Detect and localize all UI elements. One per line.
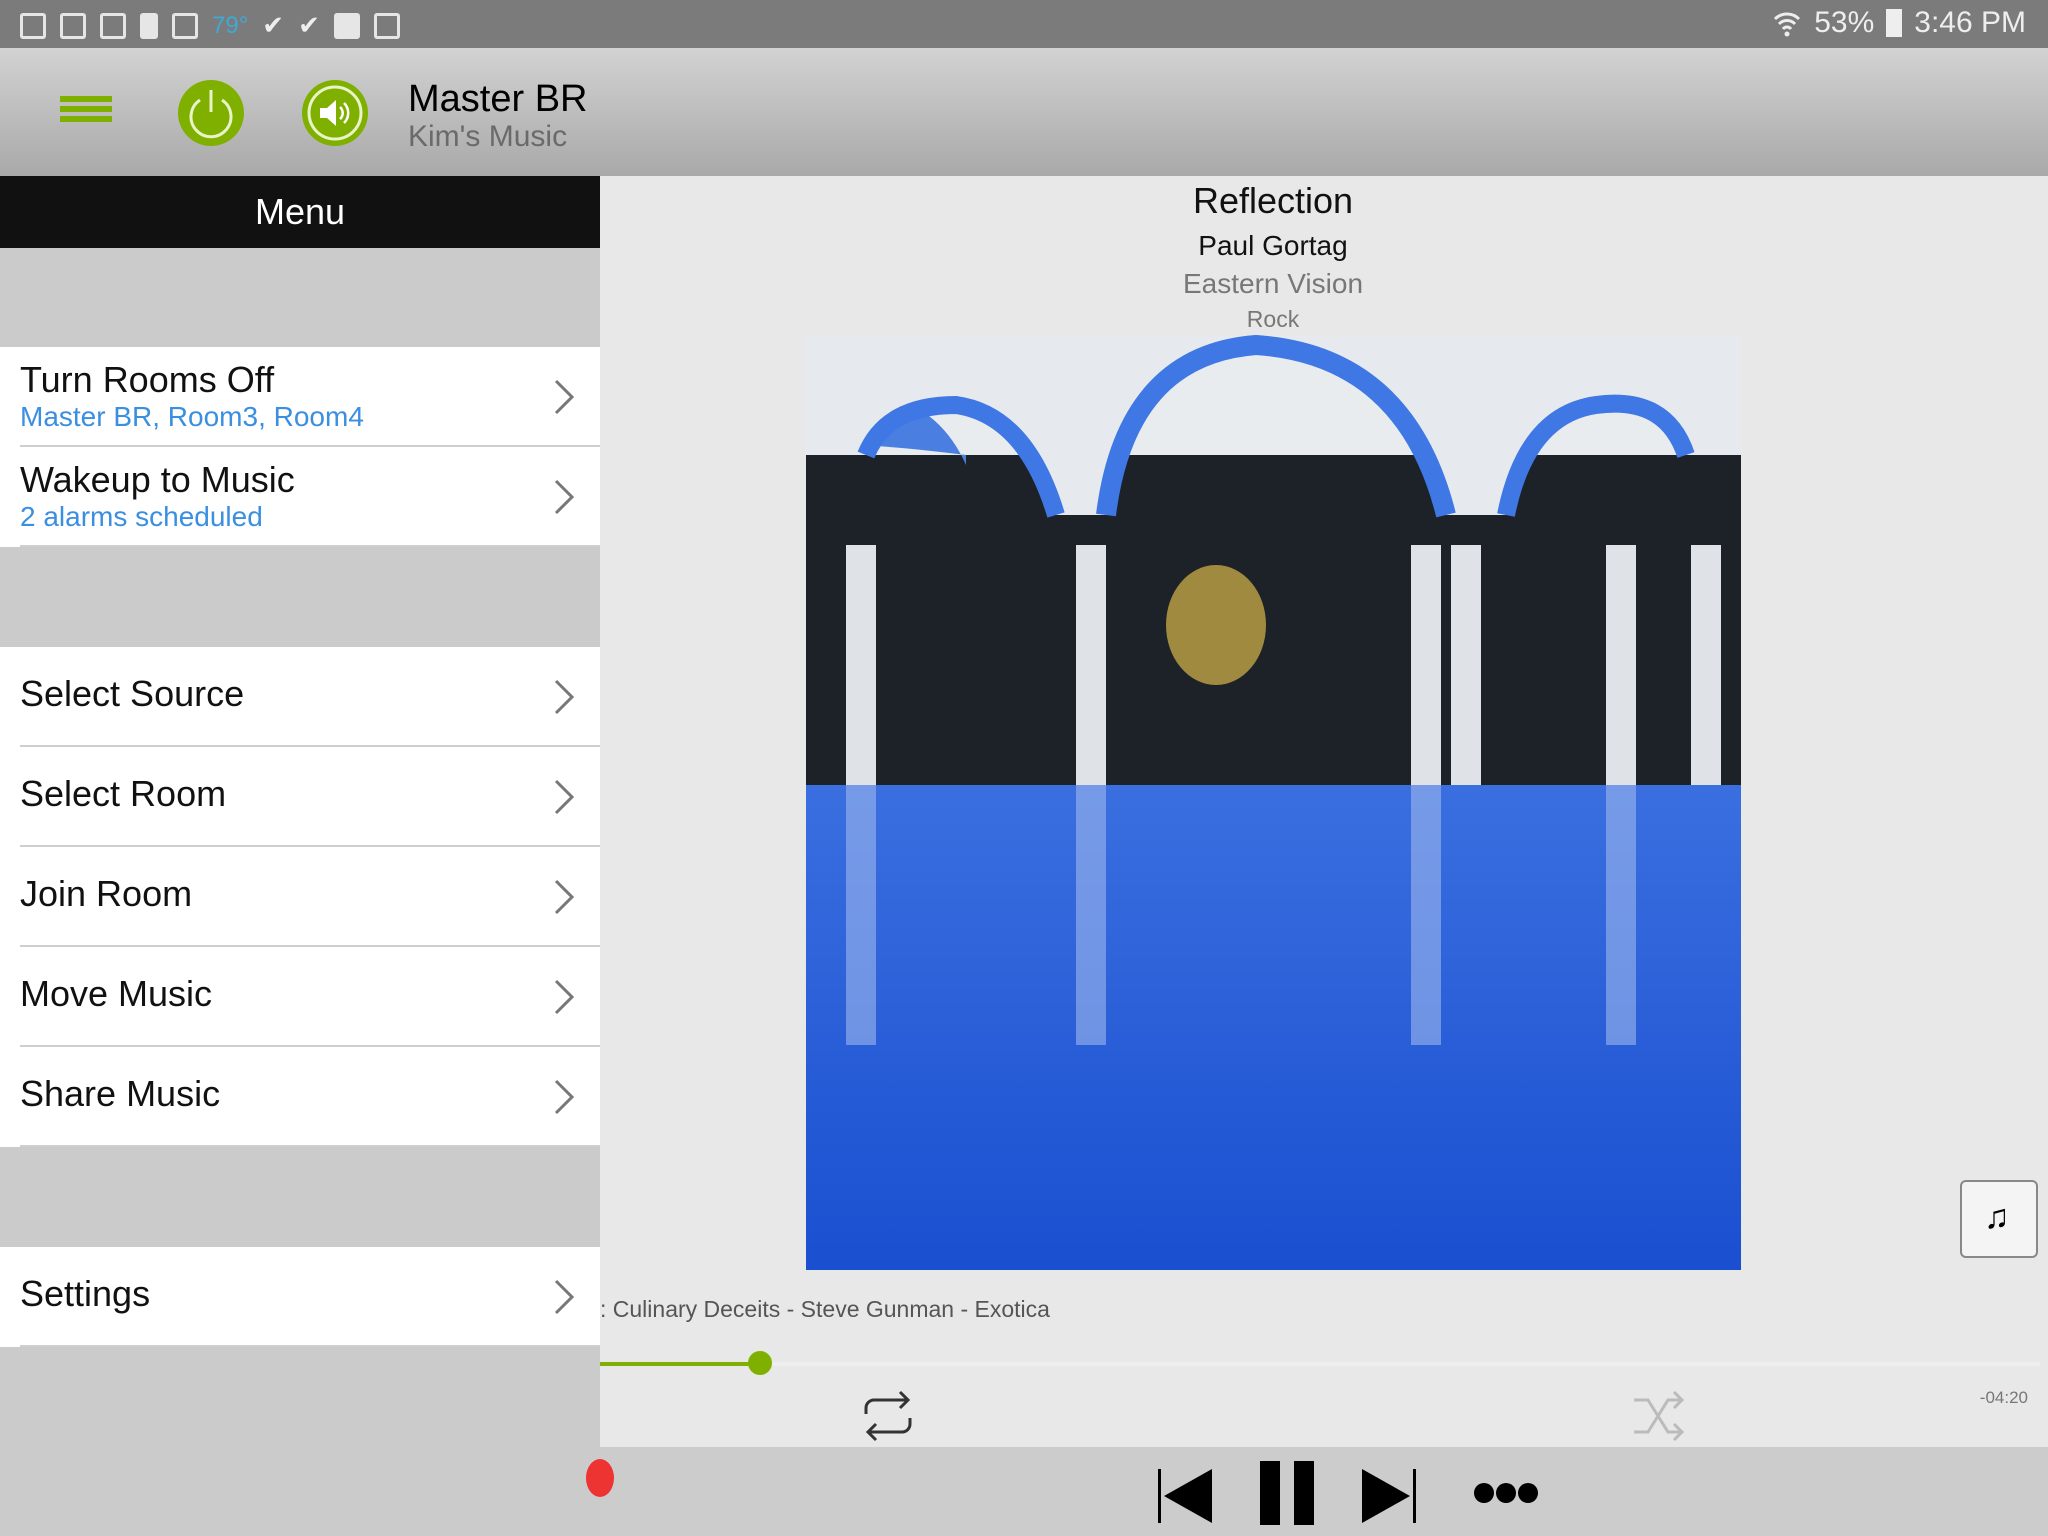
mail-icon: [172, 12, 198, 39]
battery-icon: [1886, 9, 1903, 37]
menu-item-label: Share Music: [20, 1073, 221, 1114]
next-track-info: : Culinary Deceits - Steve Gunman - Exot…: [600, 1296, 1050, 1322]
power-icon: [189, 90, 233, 139]
chevron-right-icon: [554, 879, 575, 915]
track-title: Reflection: [1192, 180, 1354, 221]
chevron-right-icon: [554, 379, 575, 415]
play-store-icon: [333, 12, 360, 39]
menu-item-select-room[interactable]: Select Room: [0, 747, 600, 847]
menu-item-label: Turn Rooms Off: [20, 359, 275, 400]
album-art: [806, 335, 1741, 1270]
menu-item-share-music[interactable]: Share Music: [0, 1047, 600, 1147]
menu-item-wakeup-to-music[interactable]: Wakeup to Music 2 alarms scheduled: [0, 447, 600, 547]
image-icon: [60, 12, 86, 39]
menu-item-settings[interactable]: Settings: [0, 1247, 600, 1347]
progress-fill: [600, 1362, 760, 1366]
menu-item-label: Select Source: [20, 673, 245, 714]
source-name: Kim's Music: [408, 120, 568, 153]
divider: [20, 1345, 600, 1347]
chevron-right-icon: [554, 779, 575, 815]
volume-button[interactable]: [302, 80, 368, 146]
track-genre: Rock: [1246, 306, 1300, 332]
tablet-check-icon: [20, 12, 46, 39]
track-artist: Paul Gortag: [1198, 230, 1348, 261]
now-playing-panel: Reflection Paul Gortag Eastern Vision Ro…: [600, 176, 2048, 1447]
check-icon: ✔: [298, 10, 320, 40]
wifi-icon: [1774, 12, 1801, 37]
temperature: 79°: [212, 11, 249, 39]
more-options-button[interactable]: [1474, 1481, 1538, 1505]
shuffle-button[interactable]: [1630, 1388, 1690, 1444]
clock: 3:46 PM: [1914, 6, 2026, 39]
menu-item-select-source[interactable]: Select Source: [0, 647, 600, 747]
music-note-icon: ♫: [1984, 1198, 2010, 1236]
chevron-right-icon: [554, 979, 575, 1015]
menu-item-join-room[interactable]: Join Room: [0, 847, 600, 947]
chevron-right-icon: [554, 1079, 575, 1115]
music-library-button[interactable]: ♫: [1960, 1180, 2038, 1258]
menu-button[interactable]: [60, 96, 112, 122]
progress-slider[interactable]: [600, 1351, 2040, 1375]
menu-item-label: Select Room: [20, 773, 227, 814]
next-button[interactable]: [1360, 1467, 1418, 1525]
mail-icon: [100, 12, 126, 39]
battery-recycle-icon: [140, 12, 158, 39]
power-button[interactable]: [178, 80, 244, 146]
progress-knob[interactable]: [748, 1351, 772, 1375]
chevron-right-icon: [554, 479, 575, 515]
chevron-right-icon: [554, 1279, 575, 1315]
status-bar: 79° ✔ ✔ 53% 3:46 PM: [0, 0, 2048, 48]
divider: [20, 1145, 600, 1147]
time-remaining: -04:20: [1979, 1388, 2028, 1407]
previous-button[interactable]: [1156, 1467, 1214, 1525]
notification-badge: [586, 1459, 614, 1497]
room-name: Master BR: [408, 78, 588, 120]
divider: [20, 545, 600, 547]
menu-item-subtitle: 2 alarms scheduled: [20, 501, 263, 532]
repeat-button[interactable]: [858, 1388, 918, 1444]
pause-button[interactable]: [1258, 1461, 1316, 1525]
menu-item-label: Move Music: [20, 973, 213, 1014]
app-header: Master BR Kim's Music: [0, 48, 2048, 176]
store-check-icon: [373, 12, 400, 39]
menu-title: Menu: [0, 176, 600, 248]
menu-item-label: Settings: [20, 1273, 151, 1314]
chevron-right-icon: [554, 679, 575, 715]
menu-item-subtitle: Master BR, Room3, Room4: [20, 401, 364, 432]
transport-bar: [586, 1447, 2048, 1536]
track-album: Eastern Vision: [1182, 268, 1364, 299]
menu-item-move-music[interactable]: Move Music: [0, 947, 600, 1047]
menu-item-label: Join Room: [20, 873, 193, 914]
menu-item-label: Wakeup to Music: [20, 459, 295, 500]
speaker-icon: [307, 85, 363, 141]
battery-percent: 53%: [1814, 6, 1875, 39]
check-icon: ✔: [262, 10, 285, 40]
menu-item-turn-rooms-off[interactable]: Turn Rooms Off Master BR, Room3, Room4: [0, 347, 600, 447]
